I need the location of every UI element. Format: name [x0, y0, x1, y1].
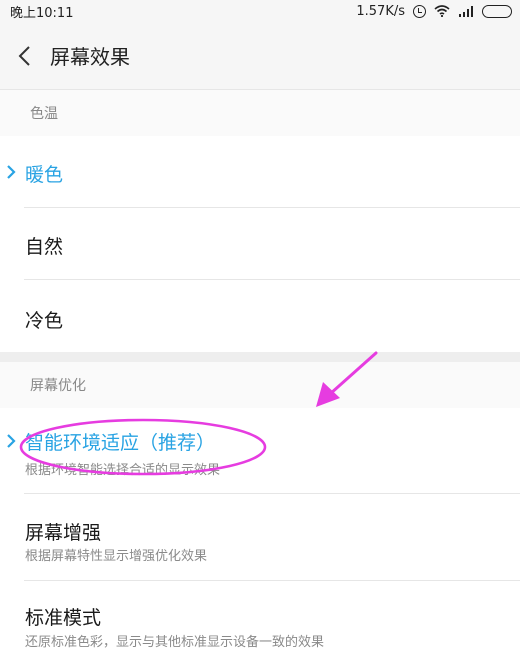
option-label: 标准模式: [25, 607, 102, 629]
chevron-right-icon: [7, 434, 16, 448]
signal-icon: [459, 6, 473, 17]
section-label: 色温: [30, 106, 58, 122]
option-standard-mode[interactable]: 标准模式 还原标准色彩，显示与其他标准显示设备一致的效果: [0, 581, 520, 670]
option-label: 冷色: [25, 310, 64, 332]
wifi-icon: [434, 5, 450, 17]
status-bar: 晚上10:11 1.57K/s: [0, 0, 520, 22]
chevron-right-icon: [7, 165, 16, 179]
option-warm[interactable]: 暖色: [0, 136, 520, 208]
chevron-left-icon[interactable]: [4, 36, 44, 76]
status-icons: 1.57K/s: [356, 4, 512, 19]
status-time: 晚上10:11: [10, 5, 74, 21]
page-title: 屏幕效果: [50, 45, 130, 69]
battery-icon: [482, 4, 512, 18]
option-description: 还原标准色彩，显示与其他标准显示设备一致的效果: [25, 635, 325, 650]
option-screen-enhance[interactable]: 屏幕增强 根据屏幕特性显示增强优化效果: [0, 494, 520, 581]
option-description: 根据屏幕特性显示增强优化效果: [25, 549, 208, 564]
section-header-screen-optimization: 屏幕优化: [0, 362, 520, 408]
option-description: 根据环境智能选择合适的显示效果: [25, 463, 221, 478]
section-label: 屏幕优化: [30, 378, 86, 394]
option-natural[interactable]: 自然: [0, 208, 520, 280]
option-smart-adaptive[interactable]: 智能环境适应（推荐） 根据环境智能选择合适的显示效果: [0, 408, 520, 494]
option-label: 暖色: [25, 164, 64, 186]
option-label: 智能环境适应（推荐）: [25, 432, 216, 454]
option-cool[interactable]: 冷色: [0, 280, 520, 352]
section-header-color-temperature: 色温: [0, 90, 520, 136]
option-label: 自然: [25, 236, 64, 258]
section-divider: [0, 352, 520, 362]
alarm-icon: [413, 4, 426, 18]
app-bar: 屏幕效果: [0, 22, 520, 90]
option-label: 屏幕增强: [25, 522, 102, 544]
network-speed: 1.57K/s: [356, 3, 405, 19]
